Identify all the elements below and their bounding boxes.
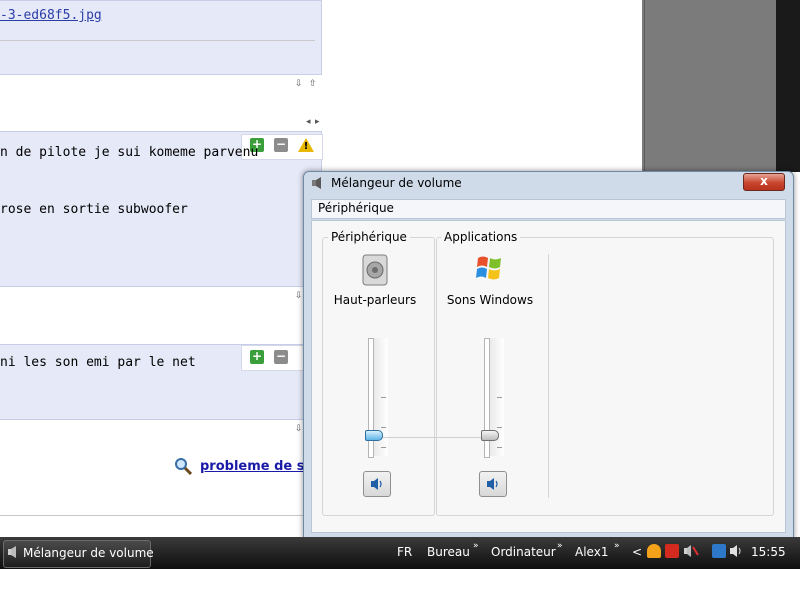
arrow-down-icon[interactable]: ⇩ — [295, 424, 303, 434]
device-name: Haut-parleurs — [333, 293, 417, 307]
tray-app-icon[interactable] — [647, 544, 661, 558]
device-volume-thumb[interactable] — [365, 430, 383, 441]
tray-collapse-button[interactable]: < — [632, 545, 642, 559]
arrow-up-icon[interactable]: ⇧ — [309, 79, 317, 89]
app-mute-button[interactable] — [479, 471, 507, 497]
search-link[interactable]: probleme de s — [200, 459, 305, 474]
minus-icon[interactable]: − — [274, 138, 288, 152]
volume-link-line — [383, 437, 483, 438]
toolbar-alex1[interactable]: Alex1 — [575, 545, 608, 559]
device-group-label: Périphérique — [328, 230, 410, 244]
slider-tick — [497, 427, 502, 428]
menu-peripherique[interactable]: Périphérique — [318, 201, 394, 215]
slider-tick — [381, 447, 386, 448]
chevron-icon[interactable]: » — [614, 541, 620, 551]
speaker-icon — [371, 478, 382, 490]
speaker-muted-icon[interactable] — [683, 544, 699, 558]
arrow-right-icon[interactable]: ▸ — [315, 117, 320, 127]
speakers-device-icon[interactable] — [361, 254, 391, 286]
background-window-dark — [776, 0, 800, 172]
network-icon[interactable] — [712, 544, 726, 558]
post-text: rose en sortie subwoofer — [0, 202, 188, 217]
language-indicator[interactable]: FR — [397, 545, 412, 559]
slider-tick — [497, 447, 502, 448]
divider — [0, 40, 315, 41]
desktop-below — [0, 569, 800, 600]
app-name: Sons Windows — [446, 293, 534, 307]
speaker-icon — [8, 546, 16, 558]
windows-logo-icon[interactable] — [475, 254, 505, 282]
chevron-icon[interactable]: » — [473, 541, 479, 551]
arrow-left-icon[interactable]: ◂ — [306, 117, 311, 127]
slider-tick — [381, 427, 386, 428]
background-window — [642, 0, 776, 172]
app-column-separator — [548, 254, 549, 498]
search-icon — [175, 458, 192, 475]
chevron-icon[interactable]: » — [557, 541, 563, 551]
add-icon[interactable]: + — [250, 350, 264, 364]
volume-icon[interactable] — [729, 544, 743, 558]
clock[interactable]: 15:55 — [751, 545, 786, 559]
applications-group-label: Applications — [441, 230, 521, 244]
toolbar-ordinateur[interactable]: Ordinateur — [491, 545, 556, 559]
arrow-down-icon[interactable]: ⇩ — [295, 291, 303, 301]
toolbar-bureau[interactable]: Bureau — [427, 545, 470, 559]
arrow-down-icon[interactable]: ⇩ — [295, 79, 303, 89]
minus-icon[interactable]: − — [274, 350, 288, 364]
app-volume-thumb[interactable] — [481, 430, 499, 441]
speaker-icon — [487, 478, 498, 490]
task-button-label: Mélangeur de volume — [23, 546, 154, 560]
attachment-link[interactable]: -3-ed68f5.jpg — [0, 8, 102, 23]
speaker-icon — [312, 177, 321, 189]
divider — [0, 515, 310, 516]
antivirus-icon[interactable] — [665, 544, 679, 558]
post-text: ni les son emi par le net — [0, 355, 196, 370]
close-button[interactable]: x — [743, 173, 785, 191]
slider-tick — [381, 397, 386, 398]
slider-tick — [497, 397, 502, 398]
window-title: Mélangeur de volume — [331, 176, 462, 190]
warning-mark: ! — [303, 141, 309, 152]
background-window-edge — [644, 0, 645, 172]
device-mute-button[interactable] — [363, 471, 391, 497]
post-text: n de pilote je sui komeme parvenu — [0, 145, 259, 160]
